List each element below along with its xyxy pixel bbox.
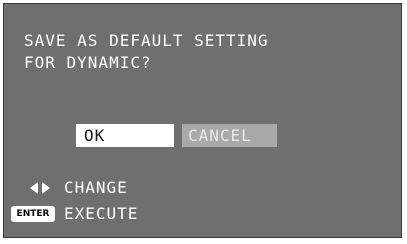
dialog-message-line-1: SAVE AS DEFAULT SETTING <box>24 31 269 50</box>
cancel-button[interactable]: CANCEL <box>182 124 277 147</box>
osd-screen: SAVE AS DEFAULT SETTING FOR DYNAMIC? OK … <box>0 0 407 244</box>
change-label: CHANGE <box>64 178 128 197</box>
hint-execute: ENTER EXECUTE <box>4 204 403 224</box>
execute-label: EXECUTE <box>64 204 139 223</box>
dialog-message-line-2: FOR DYNAMIC? <box>24 53 152 72</box>
enter-key-icon: ENTER <box>11 206 55 222</box>
left-right-arrows-icon <box>30 182 50 194</box>
ok-button[interactable]: OK <box>76 124 174 147</box>
confirm-dialog: SAVE AS DEFAULT SETTING FOR DYNAMIC? OK … <box>3 3 402 238</box>
hint-change: CHANGE <box>4 178 403 198</box>
